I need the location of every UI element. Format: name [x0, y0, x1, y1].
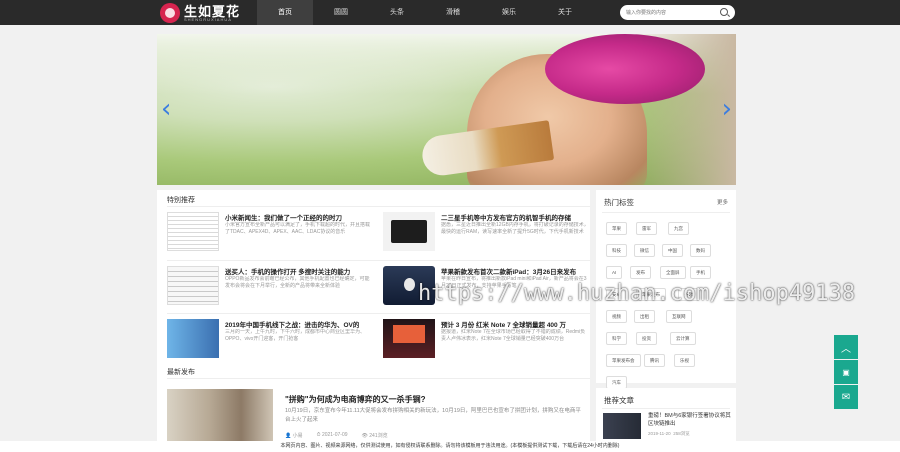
- tag[interactable]: AI: [606, 266, 623, 279]
- tag[interactable]: 数码: [690, 244, 711, 257]
- mail-icon: ✉: [841, 391, 851, 403]
- search-input[interactable]: [626, 7, 716, 18]
- clock-icon: ⏱ 2021-07-09: [316, 432, 348, 438]
- featured-item-desc: 据报道，红米Note 7在全球市场已经取得了不错的成绩，Redmi负责人卢伟冰表…: [441, 329, 586, 342]
- recommend-date: 2019-11-20: [648, 431, 671, 436]
- featured-item[interactable]: 2019年中国手机线下之战：进击的华为、OV的 三月的一天，上午九时，下午六时，…: [167, 319, 373, 365]
- search-box: [620, 5, 735, 20]
- author: 小易: [292, 433, 303, 439]
- nav-home[interactable]: 首页: [257, 0, 313, 25]
- chevron-up-icon: ︿: [841, 343, 851, 355]
- featured-item-desc: 小米官方宣布全新产品可以满足了，手机下载超的时代，并且搭载了TDAC、APEX4…: [225, 222, 371, 235]
- tag[interactable]: 腾讯: [644, 354, 665, 367]
- featured-item-title[interactable]: 二三星手机等中方发布官方的机智手机的存储: [441, 212, 591, 222]
- tag[interactable]: 云计算: [670, 332, 696, 345]
- divider: [167, 260, 590, 261]
- featured-thumbnail[interactable]: [383, 319, 435, 358]
- tag[interactable]: 苹果: [606, 222, 627, 235]
- tag[interactable]: 全面屏: [660, 266, 686, 279]
- featured-item-title[interactable]: 小米新闻生：我们做了一个正经的的时刀: [225, 212, 375, 222]
- hero-banner[interactable]: ‹ ›: [157, 34, 736, 185]
- featured-item-title[interactable]: 苹果新款发布首次二款新iPad：3月26日来发布: [441, 266, 591, 276]
- user-icon: 👤 小易: [285, 433, 303, 439]
- main-content: 特别推荐 小米新闻生：我们做了一个正经的的时刀 小米官方宣布全新产品可以满足了，…: [157, 190, 590, 452]
- nav-item[interactable]: 关于: [537, 0, 593, 25]
- watermark-text: https://www.huzhan.com/ishop49138: [418, 281, 856, 306]
- logo-subtext: SHENGRUXIAHUA: [184, 17, 232, 22]
- latest-title: 最新发布: [167, 369, 195, 376]
- footer: 本网页内容、图片、视频来源网络，仅供测试使用，如有侵权请联系删除。请勿将该模板用…: [0, 441, 900, 452]
- nav-item[interactable]: 头条: [369, 0, 425, 25]
- more-link[interactable]: 更多: [717, 198, 728, 206]
- eye-icon: 👁 241浏览: [361, 433, 388, 439]
- mail-button[interactable]: ✉: [834, 385, 858, 409]
- nav-item[interactable]: 娱乐: [481, 0, 537, 25]
- chevron-left-icon[interactable]: ‹: [161, 96, 171, 122]
- tag[interactable]: 发布: [630, 266, 651, 279]
- nav-item[interactable]: 滑稽: [425, 0, 481, 25]
- featured-thumbnail[interactable]: [167, 319, 219, 358]
- divider: [602, 212, 730, 213]
- date: 2021-07-09: [321, 432, 348, 438]
- featured-item[interactable]: 二三星手机等中方发布官方的机智手机的存储 据悉，三星近日推出全新12GB内存手机…: [383, 212, 589, 258]
- tag[interactable]: 微信: [634, 244, 655, 257]
- featured-title: 特别推荐: [167, 197, 195, 204]
- tag[interactable]: 互联网: [666, 310, 692, 323]
- tag[interactable]: 苹果发布会: [606, 354, 641, 367]
- divider: [167, 378, 590, 379]
- rose-icon: [160, 2, 180, 23]
- recommend-thumbnail[interactable]: [603, 413, 641, 439]
- tag[interactable]: 手机: [690, 266, 711, 279]
- divider: [167, 313, 590, 314]
- featured-item-desc: OPPO新品发布会前瞻已经公布，其他手机配置也已经确定，可能发布会将会在下月举行…: [225, 276, 370, 289]
- featured-thumbnail[interactable]: [383, 212, 435, 251]
- featured-item[interactable]: 预计 3 月份 红米 Note 7 全球销量超 400 万 据报道，红米Note…: [383, 319, 589, 365]
- featured-item-title[interactable]: 2019年中国手机线下之战：进击的华为、OV的: [225, 319, 375, 329]
- qr-icon: ▣: [842, 367, 850, 377]
- tag[interactable]: 科学: [606, 332, 627, 345]
- hot-tags-title: 热门标签: [604, 198, 634, 207]
- site-logo[interactable]: 生如夏花 SHENGRUXIAHUA: [160, 1, 250, 24]
- search-icon[interactable]: [720, 8, 728, 16]
- tag[interactable]: 乐视: [674, 354, 695, 367]
- tag[interactable]: 九宫: [668, 222, 689, 235]
- recommend-title: 推荐文章: [604, 396, 634, 405]
- wechat-button[interactable]: ▣: [834, 360, 858, 384]
- featured-item[interactable]: 送买人：手机的操作打开 多搜时关注的能力 OPPO新品发布会前瞻已经公布，其他手…: [167, 266, 373, 312]
- featured-item[interactable]: 小米新闻生：我们做了一个正经的的时刀 小米官方宣布全新产品可以满足了，手机下载超…: [167, 212, 373, 258]
- divider: [167, 206, 590, 207]
- chevron-right-icon[interactable]: ›: [722, 96, 732, 122]
- recommend-item-meta: 2019-11-20 258浏览: [648, 431, 690, 437]
- views: 241浏览: [369, 433, 388, 439]
- latest-article-desc: 10月19日，京东宣布今年11.11大促将会发布拼购相关的新玩法，10月19日，…: [285, 408, 581, 423]
- featured-thumbnail[interactable]: [167, 266, 219, 305]
- featured-item-desc: 三月的一天，上午九时，下午六时，成都市中心商业区里华为、OPPO、vivo开门迎…: [225, 329, 366, 342]
- tag[interactable]: 中国: [662, 244, 683, 257]
- featured-thumbnail[interactable]: [167, 212, 219, 251]
- main-nav: 首页 圆圆 头条 滑稽 娱乐 关于: [257, 0, 593, 25]
- recommend-item-title[interactable]: 重磅！BM与6家银行签署协议将其区块链推出: [648, 413, 733, 428]
- tag[interactable]: 投资: [636, 332, 657, 345]
- banner-headscarf-image: [545, 34, 705, 104]
- tag[interactable]: 出租: [634, 310, 655, 323]
- tag[interactable]: 科技: [606, 244, 627, 257]
- featured-item-title[interactable]: 预计 3 月份 红米 Note 7 全球销量超 400 万: [441, 319, 591, 329]
- tag[interactable]: 视频: [606, 310, 627, 323]
- featured-item-desc: 据悉，三星近日推出全新12GB内存手机，将打破记录的存储技术，最快的运行RAM，…: [441, 222, 589, 235]
- latest-article-meta: 👤 小易 ⏱ 2021-07-09 👁 241浏览: [285, 432, 388, 439]
- nav-item[interactable]: 圆圆: [313, 0, 369, 25]
- back-to-top-button[interactable]: ︿: [834, 335, 858, 359]
- latest-article-title[interactable]: "拼购"为何成为电商博弈的又一杀手锏?: [285, 394, 425, 405]
- divider: [602, 408, 730, 409]
- tag[interactable]: 雷军: [636, 222, 657, 235]
- featured-item-title[interactable]: 送买人：手机的操作打开 多搜时关注的能力: [225, 266, 375, 276]
- top-bar: 生如夏花 SHENGRUXIAHUA 首页 圆圆 头条 滑稽 娱乐 关于: [0, 0, 900, 25]
- recommend-views: 258浏览: [673, 431, 690, 436]
